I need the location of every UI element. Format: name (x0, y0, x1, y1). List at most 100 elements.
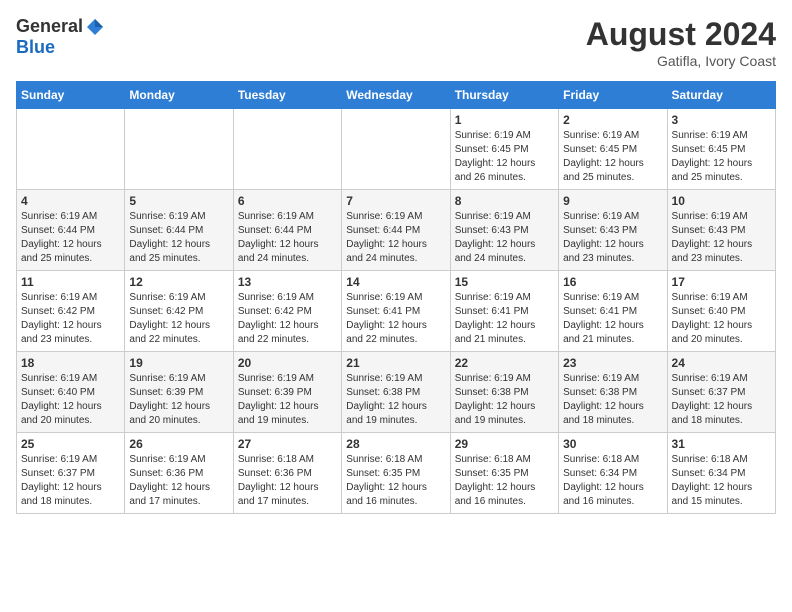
calendar-table: SundayMondayTuesdayWednesdayThursdayFrid… (16, 81, 776, 514)
day-header-wednesday: Wednesday (342, 82, 450, 109)
calendar-cell: 17 Sunrise: 6:19 AM Sunset: 6:40 PM Dayli… (667, 271, 775, 352)
day-number: 13 (238, 275, 337, 289)
location-subtitle: Gatifla, Ivory Coast (586, 53, 776, 69)
day-info: Sunrise: 6:19 AM Sunset: 6:40 PM Dayligh… (21, 372, 120, 428)
day-info: Sunrise: 6:19 AM Sunset: 6:36 PM Dayligh… (129, 453, 228, 509)
calendar-cell: 8 Sunrise: 6:19 AM Sunset: 6:43 PM Daylig… (450, 190, 558, 271)
day-number: 21 (346, 356, 445, 370)
calendar-cell: 5 Sunrise: 6:19 AM Sunset: 6:44 PM Daylig… (125, 190, 233, 271)
day-header-sunday: Sunday (17, 82, 125, 109)
logo-general-text: General (16, 16, 83, 37)
month-year-title: August 2024 (586, 16, 776, 53)
calendar-cell: 6 Sunrise: 6:19 AM Sunset: 6:44 PM Daylig… (233, 190, 341, 271)
day-info: Sunrise: 6:19 AM Sunset: 6:43 PM Dayligh… (563, 210, 662, 266)
calendar-cell: 14 Sunrise: 6:19 AM Sunset: 6:41 PM Dayli… (342, 271, 450, 352)
day-number: 8 (455, 194, 554, 208)
week-row-5: 25 Sunrise: 6:19 AM Sunset: 6:37 PM Dayli… (17, 433, 776, 514)
calendar-cell: 27Sunrise: 6:18 AM Sunset: 6:36 PM Dayli… (233, 433, 341, 514)
day-info: Sunrise: 6:18 AM Sunset: 6:34 PM Dayligh… (672, 453, 771, 509)
logo-icon (85, 17, 105, 37)
logo-blue-text: Blue (16, 37, 55, 58)
day-info: Sunrise: 6:19 AM Sunset: 6:41 PM Dayligh… (455, 291, 554, 347)
day-number: 22 (455, 356, 554, 370)
day-number: 20 (238, 356, 337, 370)
day-info: Sunrise: 6:19 AM Sunset: 6:40 PM Dayligh… (672, 291, 771, 347)
calendar-cell: 2 Sunrise: 6:19 AM Sunset: 6:45 PM Daylig… (559, 109, 667, 190)
day-number: 11 (21, 275, 120, 289)
calendar-cell: 3 Sunrise: 6:19 AM Sunset: 6:45 PM Daylig… (667, 109, 775, 190)
day-number: 6 (238, 194, 337, 208)
day-info: Sunrise: 6:19 AM Sunset: 6:38 PM Dayligh… (563, 372, 662, 428)
calendar-cell: 20 Sunrise: 6:19 AM Sunset: 6:39 PM Dayli… (233, 352, 341, 433)
calendar-cell: 21 Sunrise: 6:19 AM Sunset: 6:38 PM Dayli… (342, 352, 450, 433)
day-info: Sunrise: 6:19 AM Sunset: 6:45 PM Dayligh… (672, 129, 771, 185)
calendar-cell: 4 Sunrise: 6:19 AM Sunset: 6:44 PM Daylig… (17, 190, 125, 271)
day-info: Sunrise: 6:19 AM Sunset: 6:44 PM Dayligh… (129, 210, 228, 266)
week-row-2: 4 Sunrise: 6:19 AM Sunset: 6:44 PM Daylig… (17, 190, 776, 271)
calendar-cell: 12Sunrise: 6:19 AM Sunset: 6:42 PM Dayli… (125, 271, 233, 352)
calendar-cell: 19Sunrise: 6:19 AM Sunset: 6:39 PM Dayli… (125, 352, 233, 433)
day-info: Sunrise: 6:19 AM Sunset: 6:45 PM Dayligh… (563, 129, 662, 185)
day-number: 24 (672, 356, 771, 370)
calendar-cell: 24 Sunrise: 6:19 AM Sunset: 6:37 PM Dayli… (667, 352, 775, 433)
title-area: August 2024 Gatifla, Ivory Coast (586, 16, 776, 69)
day-number: 5 (129, 194, 228, 208)
day-number: 7 (346, 194, 445, 208)
day-info: Sunrise: 6:19 AM Sunset: 6:41 PM Dayligh… (346, 291, 445, 347)
day-info: Sunrise: 6:19 AM Sunset: 6:45 PM Dayligh… (455, 129, 554, 185)
day-info: Sunrise: 6:19 AM Sunset: 6:43 PM Dayligh… (455, 210, 554, 266)
day-info: Sunrise: 6:19 AM Sunset: 6:41 PM Dayligh… (563, 291, 662, 347)
day-info: Sunrise: 6:18 AM Sunset: 6:35 PM Dayligh… (455, 453, 554, 509)
day-number: 18 (21, 356, 120, 370)
calendar-cell: 11 Sunrise: 6:19 AM Sunset: 6:42 PM Dayli… (17, 271, 125, 352)
day-info: Sunrise: 6:19 AM Sunset: 6:42 PM Dayligh… (238, 291, 337, 347)
calendar-cell: 15Sunrise: 6:19 AM Sunset: 6:41 PM Dayli… (450, 271, 558, 352)
day-number: 17 (672, 275, 771, 289)
day-number: 28 (346, 437, 445, 451)
calendar-cell: 30Sunrise: 6:18 AM Sunset: 6:34 PM Dayli… (559, 433, 667, 514)
day-number: 31 (672, 437, 771, 451)
day-info: Sunrise: 6:19 AM Sunset: 6:37 PM Dayligh… (672, 372, 771, 428)
day-number: 1 (455, 113, 554, 127)
calendar-cell: 1 Sunrise: 6:19 AM Sunset: 6:45 PM Daylig… (450, 109, 558, 190)
day-number: 2 (563, 113, 662, 127)
day-number: 25 (21, 437, 120, 451)
calendar-cell: 13 Sunrise: 6:19 AM Sunset: 6:42 PM Dayli… (233, 271, 341, 352)
days-of-week-row: SundayMondayTuesdayWednesdayThursdayFrid… (17, 82, 776, 109)
day-header-tuesday: Tuesday (233, 82, 341, 109)
day-number: 4 (21, 194, 120, 208)
day-info: Sunrise: 6:19 AM Sunset: 6:44 PM Dayligh… (346, 210, 445, 266)
week-row-1: 1 Sunrise: 6:19 AM Sunset: 6:45 PM Daylig… (17, 109, 776, 190)
day-info: Sunrise: 6:19 AM Sunset: 6:37 PM Dayligh… (21, 453, 120, 509)
day-header-friday: Friday (559, 82, 667, 109)
day-info: Sunrise: 6:19 AM Sunset: 6:44 PM Dayligh… (238, 210, 337, 266)
day-info: Sunrise: 6:19 AM Sunset: 6:42 PM Dayligh… (21, 291, 120, 347)
day-number: 29 (455, 437, 554, 451)
calendar-cell: 16Sunrise: 6:19 AM Sunset: 6:41 PM Dayli… (559, 271, 667, 352)
day-number: 3 (672, 113, 771, 127)
day-info: Sunrise: 6:18 AM Sunset: 6:35 PM Dayligh… (346, 453, 445, 509)
calendar-cell (125, 109, 233, 190)
day-header-saturday: Saturday (667, 82, 775, 109)
day-info: Sunrise: 6:19 AM Sunset: 6:43 PM Dayligh… (672, 210, 771, 266)
day-number: 19 (129, 356, 228, 370)
day-info: Sunrise: 6:19 AM Sunset: 6:38 PM Dayligh… (455, 372, 554, 428)
calendar-cell: 26 Sunrise: 6:19 AM Sunset: 6:36 PM Dayli… (125, 433, 233, 514)
day-number: 9 (563, 194, 662, 208)
day-info: Sunrise: 6:19 AM Sunset: 6:38 PM Dayligh… (346, 372, 445, 428)
day-info: Sunrise: 6:19 AM Sunset: 6:42 PM Dayligh… (129, 291, 228, 347)
calendar-cell: 25 Sunrise: 6:19 AM Sunset: 6:37 PM Dayli… (17, 433, 125, 514)
day-number: 30 (563, 437, 662, 451)
day-number: 14 (346, 275, 445, 289)
day-info: Sunrise: 6:19 AM Sunset: 6:39 PM Dayligh… (238, 372, 337, 428)
day-number: 27 (238, 437, 337, 451)
calendar-header: SundayMondayTuesdayWednesdayThursdayFrid… (17, 82, 776, 109)
day-info: Sunrise: 6:19 AM Sunset: 6:44 PM Dayligh… (21, 210, 120, 266)
calendar-cell (233, 109, 341, 190)
calendar-cell: 7 Sunrise: 6:19 AM Sunset: 6:44 PM Daylig… (342, 190, 450, 271)
calendar-cell (342, 109, 450, 190)
day-number: 26 (129, 437, 228, 451)
day-number: 10 (672, 194, 771, 208)
calendar-cell: 28 Sunrise: 6:18 AM Sunset: 6:35 PM Dayli… (342, 433, 450, 514)
calendar-body: 1 Sunrise: 6:19 AM Sunset: 6:45 PM Daylig… (17, 109, 776, 514)
